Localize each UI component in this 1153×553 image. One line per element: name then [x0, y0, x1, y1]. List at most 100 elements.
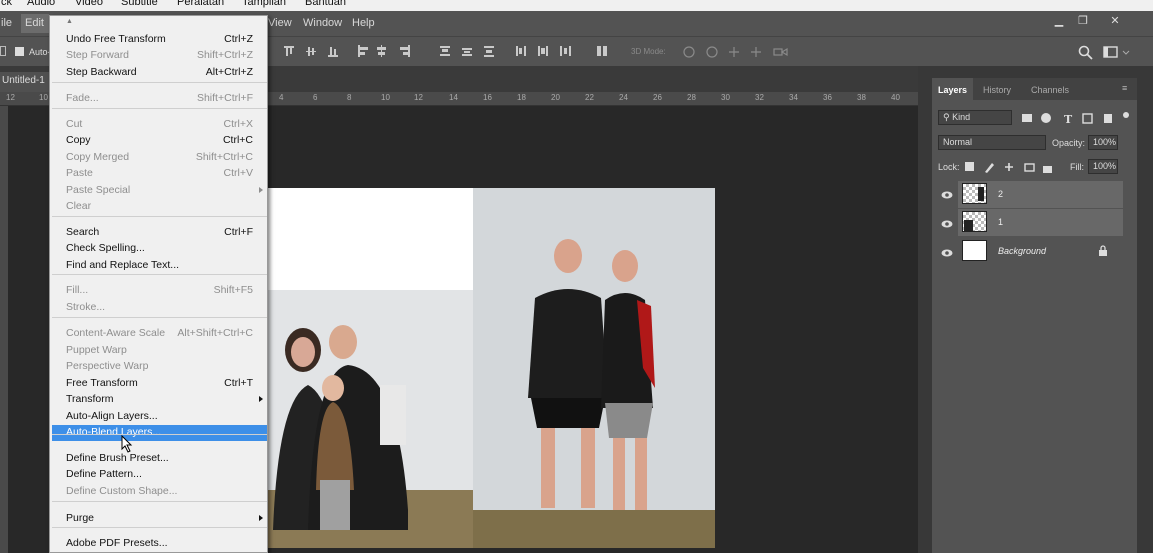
eye-icon[interactable]: [941, 191, 953, 199]
menu-window[interactable]: Window: [303, 17, 342, 29]
tool-preset-icon[interactable]: [0, 46, 6, 56]
ruler-number: 32: [755, 93, 764, 102]
menu-item-label: Perspective Warp: [66, 360, 149, 372]
filter-icons[interactable]: T: [1020, 112, 1132, 126]
ruler-number: 24: [619, 93, 628, 102]
fill-label: Fill:: [1070, 162, 1084, 172]
tab-history[interactable]: History: [983, 85, 1011, 95]
menu-item-transform[interactable]: Transform: [50, 392, 269, 408]
submenu-arrow-icon: [259, 187, 263, 193]
layer-filter-row: ⚲ Kind T: [932, 108, 1137, 130]
menu-item-step-backward[interactable]: Step Backward Alt+Ctrl+Z: [50, 65, 269, 81]
menu-item-paste[interactable]: Paste Ctrl+V: [50, 166, 269, 182]
menu-item-puppet-warp[interactable]: Puppet Warp: [50, 343, 269, 359]
menu-separator: [52, 108, 267, 109]
ruler-number: 12: [414, 93, 423, 102]
menu-item-label: Search: [66, 226, 100, 238]
menu-item-search[interactable]: Search Ctrl+F: [50, 225, 269, 241]
menu-item-check-spelling[interactable]: Check Spelling...: [50, 241, 269, 257]
os-menu-tampilan[interactable]: Tampilan: [242, 0, 286, 8]
auto-select-checkbox[interactable]: [15, 47, 24, 56]
os-menu-peralatan[interactable]: Peralatan: [177, 0, 224, 8]
menu-item-shortcut: Ctrl+V: [223, 167, 253, 179]
menu-edit[interactable]: Edit: [25, 17, 44, 29]
menu-item-label: Cut: [66, 118, 83, 130]
eye-icon[interactable]: [941, 220, 953, 228]
ruler-number: 28: [687, 93, 696, 102]
menu-item-fade[interactable]: Fade... Shift+Ctrl+F: [50, 91, 269, 107]
layer-row-background[interactable]: Background: [958, 238, 1123, 265]
layer-2-photo: [473, 188, 715, 548]
filter-kind-select[interactable]: ⚲ Kind: [938, 110, 1012, 125]
lock-row: Lock: Fill: 100%: [932, 157, 1137, 179]
menu-item-label: Paste Special: [66, 184, 131, 196]
menu-item-label: Copy Merged: [66, 151, 130, 163]
minimize-button[interactable]: ▁: [1048, 14, 1070, 30]
menu-item-copy[interactable]: Copy Ctrl+C: [50, 133, 269, 149]
fill-input[interactable]: 100%: [1088, 159, 1118, 174]
menu-item-fill[interactable]: Fill... Shift+F5: [50, 283, 269, 299]
submenu-arrow-icon: [259, 396, 263, 402]
menu-item-undo-free-transform[interactable]: Undo Free Transform Ctrl+Z: [50, 32, 269, 48]
menu-item-define-custom-shape[interactable]: Define Custom Shape...: [50, 484, 269, 500]
menu-item-define-pattern[interactable]: Define Pattern...: [50, 467, 269, 483]
menu-item-label: Free Transform: [66, 377, 138, 389]
menu-help[interactable]: Help: [352, 17, 375, 29]
menu-item-paste-special[interactable]: Paste Special: [50, 183, 269, 199]
panel-tabs: Layers History Channels ≡: [932, 78, 1137, 100]
restore-button[interactable]: ❐: [1072, 14, 1094, 30]
document-tab[interactable]: Untitled-1: [0, 72, 52, 92]
3d-mode-icons[interactable]: [683, 45, 793, 59]
tab-layers[interactable]: Layers: [932, 78, 974, 100]
ruler-number: 8: [347, 93, 352, 102]
menu-item-label: Define Pattern...: [66, 468, 142, 480]
layer-name: Background: [998, 246, 1047, 256]
os-menu-item[interactable]: ck: [1, 0, 12, 8]
layer-row-2[interactable]: 2: [958, 181, 1123, 208]
menu-view[interactable]: View: [268, 17, 292, 29]
align-distribute-icons[interactable]: [284, 45, 594, 59]
auto-align-icon[interactable]: [597, 45, 609, 59]
menu-item-cut[interactable]: Cut Ctrl+X: [50, 117, 269, 133]
workspace-icon[interactable]: [1103, 46, 1133, 60]
os-menu-subtitle[interactable]: Subtitle: [121, 0, 158, 8]
photoshop-window: ck Audio Video Subtitle Peralatan Tampil…: [0, 0, 1153, 553]
panel-menu-icon[interactable]: ≡: [1122, 83, 1127, 93]
vertical-ruler: [0, 106, 8, 553]
menu-item-adobe-pdf-presets[interactable]: Adobe PDF Presets...: [50, 536, 269, 552]
menu-item-stroke[interactable]: Stroke...: [50, 300, 269, 316]
menu-item-find-and-replace-text[interactable]: Find and Replace Text...: [50, 258, 269, 274]
menu-item-perspective-warp[interactable]: Perspective Warp: [50, 359, 269, 375]
menu-item-auto-blend-layers[interactable]: Auto-Blend Layers...: [52, 425, 267, 441]
document-canvas[interactable]: [268, 188, 715, 548]
menu-item-clear[interactable]: Clear: [50, 199, 269, 215]
search-icon: ⚲: [943, 112, 953, 122]
menu-item-copy-merged[interactable]: Copy Merged Shift+Ctrl+C: [50, 150, 269, 166]
lock-icons[interactable]: [965, 162, 1055, 174]
menu-item-shortcut: Shift+Ctrl+Z: [196, 49, 253, 61]
layer-row-1[interactable]: 1: [958, 209, 1123, 236]
close-button[interactable]: ✕: [1104, 14, 1126, 30]
menu-item-label: Purge: [66, 512, 95, 524]
ruler-number: 4: [279, 93, 284, 102]
menu-item-define-brush-preset[interactable]: Define Brush Preset...: [50, 451, 269, 467]
os-menu-bantuan[interactable]: Bantuan: [305, 0, 346, 8]
menu-file[interactable]: ile: [1, 17, 12, 29]
menu-item-step-forward[interactable]: Step Forward Shift+Ctrl+Z: [50, 48, 269, 64]
menu-item-free-transform[interactable]: Free Transform Ctrl+T: [50, 376, 269, 392]
os-menu-video[interactable]: Video: [75, 0, 103, 8]
menu-scroll-up-icon[interactable]: ▲: [66, 18, 73, 25]
blend-mode-select[interactable]: Normal: [938, 135, 1046, 150]
menu-item-content-aware-scale[interactable]: Content-Aware Scale Alt+Shift+Ctrl+C: [50, 326, 269, 342]
eye-icon[interactable]: [941, 249, 953, 257]
menu-item-label: Paste: [66, 167, 93, 179]
ruler-number: 12: [6, 93, 15, 102]
os-menu-audio[interactable]: Audio: [27, 0, 55, 8]
tab-channels[interactable]: Channels: [1031, 85, 1069, 95]
search-icon[interactable]: [1078, 45, 1094, 61]
menu-item-label: Define Custom Shape...: [66, 485, 178, 497]
opacity-input[interactable]: 100%: [1088, 135, 1118, 150]
ruler-number: 40: [891, 93, 900, 102]
menu-item-purge[interactable]: Purge: [50, 511, 269, 527]
menu-item-auto-align-layers[interactable]: Auto-Align Layers...: [50, 409, 269, 425]
